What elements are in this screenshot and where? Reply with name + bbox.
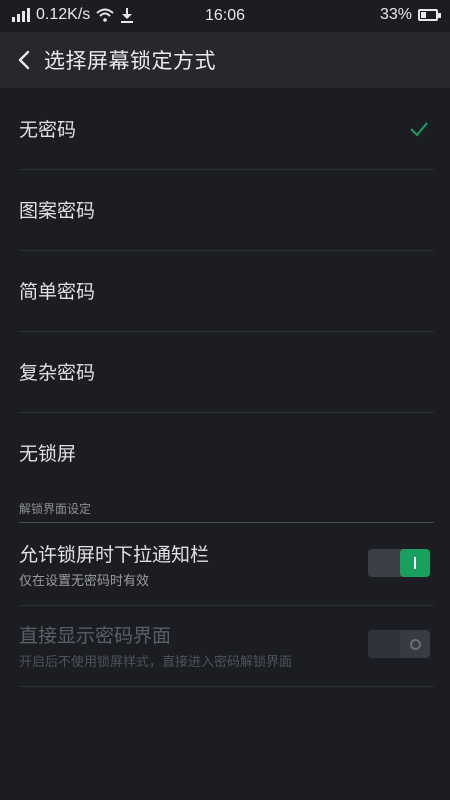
option-label: 简单密码 bbox=[19, 281, 96, 303]
option-label: 复杂密码 bbox=[19, 362, 96, 384]
option-label: 无锁屏 bbox=[19, 443, 77, 465]
setting-title: 允许锁屏时下拉通知栏 bbox=[19, 544, 210, 566]
lock-option-simple-password[interactable]: 简单密码 bbox=[19, 250, 434, 332]
setting-show-password-directly: 直接显示密码界面 开启后不使用锁屏样式，直接进入密码解锁界面 bbox=[19, 605, 434, 687]
lock-option-pattern[interactable]: 图案密码 bbox=[19, 169, 434, 251]
option-label: 图案密码 bbox=[19, 200, 96, 222]
status-bar: 0.12K/s 16:06 33% bbox=[0, 0, 450, 32]
notification-toggle[interactable] bbox=[368, 549, 430, 577]
setting-subtitle: 仅在设置无密码时有效 bbox=[19, 574, 150, 589]
setting-pull-down-notification[interactable]: 允许锁屏时下拉通知栏 仅在设置无密码时有效 bbox=[19, 524, 434, 606]
lock-option-none[interactable]: 无密码 bbox=[19, 88, 434, 170]
battery-icon bbox=[418, 9, 441, 21]
setting-title: 直接显示密码界面 bbox=[19, 625, 172, 647]
check-icon bbox=[410, 121, 428, 136]
option-label: 无密码 bbox=[19, 119, 77, 141]
toggle-knob bbox=[400, 630, 430, 658]
battery-percent: 33% bbox=[379, 6, 412, 23]
battery-fill bbox=[421, 12, 426, 18]
app-bar: 选择屏幕锁定方式 bbox=[0, 32, 450, 88]
lock-option-complex-password[interactable]: 复杂密码 bbox=[19, 331, 434, 413]
toggle-knob bbox=[400, 549, 430, 577]
status-right: 33% bbox=[379, 6, 441, 24]
setting-subtitle: 开启后不使用锁屏样式，直接进入密码解锁界面 bbox=[19, 655, 293, 670]
section-header: 解锁界面设定 bbox=[19, 500, 434, 523]
chevron-left-icon bbox=[18, 50, 30, 70]
page-title: 选择屏幕锁定方式 bbox=[44, 49, 216, 73]
show-password-toggle bbox=[368, 630, 430, 658]
lock-option-no-lockscreen[interactable]: 无锁屏 bbox=[19, 412, 434, 493]
back-button[interactable] bbox=[4, 32, 44, 88]
